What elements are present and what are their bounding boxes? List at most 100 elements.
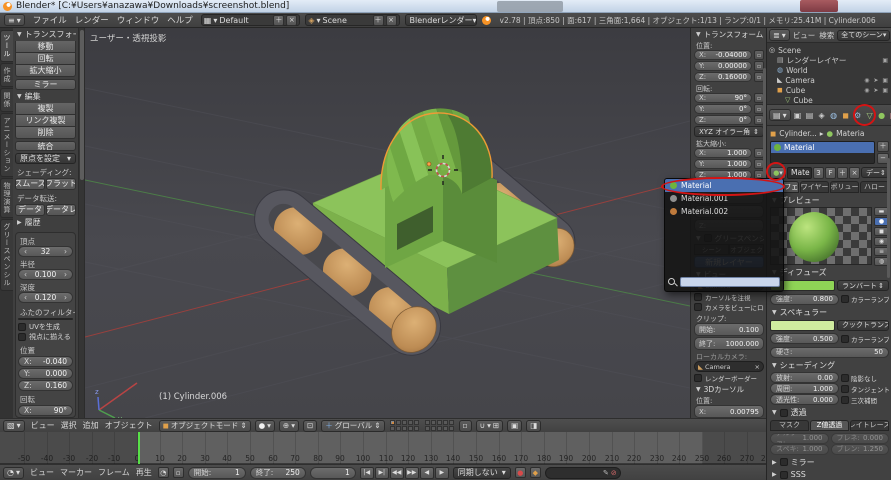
rotation-field[interactable]: Z:0° bbox=[694, 115, 752, 125]
playback-button[interactable]: |◀ bbox=[360, 467, 374, 479]
render-anim-button[interactable]: ◨ bbox=[526, 420, 541, 432]
editor-type-button[interactable]: ≣▾ bbox=[769, 29, 790, 41]
checkbox[interactable] bbox=[841, 396, 849, 404]
transparency-mode-tab[interactable]: レイトレース bbox=[850, 420, 889, 431]
properties-tab-icon[interactable]: ▽ bbox=[864, 108, 876, 122]
add-slot-button[interactable]: ＋ bbox=[877, 141, 889, 152]
operator-number-field[interactable]: ‹0.120› bbox=[18, 292, 73, 303]
add-layout-button[interactable]: ＋ bbox=[273, 15, 284, 26]
timeline-menu-item[interactable]: マーカー bbox=[58, 467, 94, 478]
lock-time-toggle[interactable]: ▫ bbox=[173, 467, 184, 478]
tool-shelf-tab[interactable]: 関係 bbox=[0, 88, 13, 112]
set-origin-dropdown[interactable]: 原点を設定▾ bbox=[15, 153, 76, 163]
playback-button[interactable]: ◀ bbox=[420, 467, 434, 479]
editor-type-button[interactable]: ▧▾ bbox=[3, 420, 25, 432]
properties-tab-icon[interactable]: ◼ bbox=[840, 108, 852, 122]
join-button[interactable]: 統合 bbox=[15, 141, 76, 151]
checkbox[interactable] bbox=[841, 385, 849, 393]
properties-tab-icon[interactable]: ▤ bbox=[804, 108, 816, 122]
diffuse-shader-dropdown[interactable]: ランバート⇕ bbox=[837, 280, 889, 291]
insert-key-icon[interactable]: ✎ bbox=[603, 469, 609, 477]
diffuse-intensity-slider[interactable]: 強度:0.800 bbox=[770, 294, 839, 305]
record-button[interactable]: ● bbox=[515, 467, 526, 478]
editor-type-button[interactable]: ◔▾ bbox=[3, 467, 24, 479]
unlink-material-button[interactable]: × bbox=[849, 167, 860, 179]
lock-to-scene-toggle[interactable]: ▫ bbox=[459, 420, 472, 432]
material-slot-list[interactable]: Material bbox=[770, 141, 875, 165]
layer-buttons[interactable] bbox=[425, 420, 454, 431]
outliner-row[interactable]: ▤ レンダーレイヤー ▣ bbox=[767, 55, 891, 65]
keying-set-button[interactable]: ◆ bbox=[530, 467, 541, 478]
outliner-restriction-icons[interactable]: ▣ bbox=[882, 57, 891, 64]
specular-ramp-row[interactable]: カラーランプ bbox=[841, 334, 889, 344]
checkbox[interactable] bbox=[694, 374, 702, 382]
local-camera-field[interactable]: ◣Camera× bbox=[694, 361, 764, 372]
delete-layout-button[interactable]: × bbox=[286, 15, 297, 26]
shading-checkbox-row[interactable]: タンジェント... bbox=[841, 384, 889, 394]
breadcrumb-object[interactable]: Cylinder... bbox=[779, 129, 817, 138]
checkbox[interactable] bbox=[694, 303, 702, 311]
keying-set-field[interactable]: ✎⊘ bbox=[545, 467, 621, 479]
transparency-field[interactable]: ブレン:1.250 bbox=[831, 444, 890, 455]
rotation-field[interactable]: X:90° bbox=[18, 405, 73, 416]
transparency-mode-tab[interactable]: Z値透過 bbox=[810, 420, 849, 431]
edit-tool-button[interactable]: 削除 bbox=[15, 127, 76, 139]
timeline-menu-item[interactable]: 再生 bbox=[134, 467, 154, 478]
transparency-mode-tab[interactable]: マスク bbox=[770, 420, 809, 431]
viewport-menu-item[interactable]: ビュー bbox=[29, 420, 57, 431]
material-dropdown-item[interactable]: Material.002 bbox=[665, 205, 783, 218]
material-dropdown-item[interactable]: Material bbox=[665, 179, 783, 192]
viewport-menu-item[interactable]: 追加 bbox=[81, 420, 101, 431]
shading-checkbox-row[interactable]: 陰影なし bbox=[841, 373, 889, 383]
properties-tab-icon[interactable]: ● bbox=[876, 108, 888, 122]
checkbox[interactable] bbox=[780, 458, 788, 466]
users-count-button[interactable]: 3 bbox=[813, 167, 824, 179]
outliner-row[interactable]: ▽ Cube bbox=[767, 95, 891, 104]
npanel-checkbox-row[interactable]: カメラをビューにロ... bbox=[694, 302, 764, 312]
outliner-row[interactable]: ◣ Camera ◉ ➤ ▣ bbox=[767, 75, 891, 85]
playback-button[interactable]: ▶▶ bbox=[405, 467, 419, 479]
specular-intensity-slider[interactable]: 強度:0.500 bbox=[770, 333, 839, 344]
diffuse-panel-header[interactable]: ▼ディフューズ bbox=[770, 267, 889, 278]
fake-user-button[interactable]: F bbox=[825, 167, 836, 179]
panel-header-edit[interactable]: ▼編集 bbox=[15, 92, 76, 101]
material-type-tab[interactable]: ボリュー bbox=[830, 181, 859, 193]
outliner-row[interactable]: ◼ Cube ◉ ➤ ▣ bbox=[767, 85, 891, 95]
checkbox[interactable] bbox=[841, 335, 849, 343]
mirror-button[interactable]: ミラー bbox=[15, 79, 76, 89]
lock-icon[interactable]: ▫ bbox=[754, 50, 764, 60]
checkbox[interactable] bbox=[18, 333, 26, 341]
menu-item[interactable]: ウィンドウ bbox=[114, 14, 163, 26]
mirror-panel-header[interactable]: ▶ミラー bbox=[770, 457, 889, 468]
menu-item[interactable]: レンダー bbox=[72, 14, 112, 26]
checkbox[interactable] bbox=[18, 323, 26, 331]
clip-start-field[interactable]: 開始:0.100 bbox=[694, 323, 764, 336]
new-material-button[interactable]: ＋ bbox=[837, 167, 848, 179]
properties-tab-icon[interactable]: ⚙ bbox=[852, 108, 864, 122]
transform-tool-button[interactable]: 移動 bbox=[15, 41, 76, 53]
viewport-menu-item[interactable]: 選択 bbox=[59, 420, 79, 431]
outliner-row[interactable]: ◍ World bbox=[767, 65, 891, 75]
properties-tab-icon[interactable]: ▣ bbox=[792, 108, 804, 122]
operator-number-field[interactable]: ‹0.100› bbox=[18, 269, 73, 280]
3d-viewport[interactable]: y z ユーザー・透視投影 (1) Cylinder.006 bbox=[85, 28, 690, 418]
add-scene-button[interactable]: ＋ bbox=[373, 15, 384, 26]
material-dropdown-item[interactable]: Material.001 bbox=[665, 192, 783, 205]
tool-shelf-tab[interactable]: アニメーション bbox=[0, 113, 13, 177]
pivot-dropdown[interactable]: ⊕▾ bbox=[279, 420, 299, 432]
location-field[interactable]: Y:0.000 bbox=[18, 368, 73, 379]
data-transfer-button[interactable]: データレ bbox=[46, 204, 76, 216]
outliner-row[interactable]: ◎ Scene bbox=[767, 45, 891, 55]
dropdown-search-input[interactable] bbox=[680, 277, 780, 287]
cursor-x-field[interactable]: X:0.00795 bbox=[694, 405, 764, 418]
diffuse-ramp-row[interactable]: カラーランプ bbox=[841, 294, 889, 304]
current-frame-field[interactable]: 1 bbox=[310, 467, 356, 479]
checkbox[interactable] bbox=[780, 409, 788, 417]
shading-checkbox-row[interactable]: 三次補間 bbox=[841, 395, 889, 405]
specular-shader-dropdown[interactable]: クックトランス⇕ bbox=[837, 320, 889, 331]
render-opengl-button[interactable]: ▣ bbox=[507, 420, 522, 432]
material-slot-row[interactable]: Material bbox=[771, 142, 874, 153]
outliner-menu-item[interactable]: 検索 bbox=[819, 30, 834, 41]
editor-type-button[interactable]: ▤▾ bbox=[769, 109, 791, 121]
mode-dropdown[interactable]: ◼オブジェクトモード⇕ bbox=[159, 420, 251, 432]
